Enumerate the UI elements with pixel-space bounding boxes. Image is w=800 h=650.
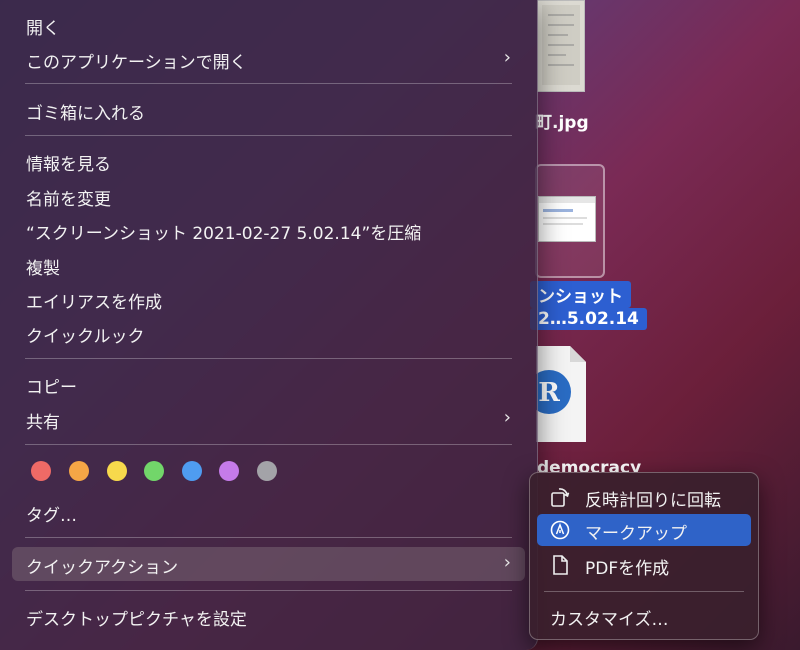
jpg-file-thumbnail[interactable]: [537, 0, 585, 92]
r-document-icon: R: [527, 346, 586, 442]
menu-item-rename-label: 名前を変更: [26, 190, 111, 210]
submenu-item-create-pdf[interactable]: PDFを作成: [537, 549, 751, 581]
submenu-separator: [544, 591, 744, 592]
submenu-item-customize[interactable]: カスタマイズ…: [537, 600, 751, 632]
screenshot-file-label-line2[interactable]: 2…5.02.14: [530, 308, 647, 330]
jpg-file-label[interactable]: 町.jpg: [535, 108, 589, 133]
menu-item-open-with-label: このアプリケーションで開く: [26, 53, 247, 73]
r-file-label[interactable]: democracy: [537, 458, 641, 472]
menu-item-compress[interactable]: “スクリーンショット 2021-02-27 5.02.14”を圧縮: [12, 215, 525, 245]
tag-orange-dot[interactable]: [69, 461, 89, 481]
submenu-item-rotate-left[interactable]: 反時計回りに回転: [537, 481, 751, 513]
tag-gray-dot[interactable]: [257, 461, 277, 481]
screenshot-thumbnail[interactable]: [538, 196, 596, 242]
menu-separator: [25, 444, 512, 445]
menu-separator: [25, 537, 512, 538]
r-document-file[interactable]: R: [527, 346, 586, 442]
document-scan-icon: [542, 5, 580, 85]
chevron-right-icon: ›: [503, 407, 511, 428]
menu-item-quick-look-label: クイックルック: [26, 327, 145, 347]
menu-item-set-desktop-picture-label: デスクトップピクチャを設定: [26, 610, 247, 630]
submenu-item-create-pdf-label: PDFを作成: [585, 559, 670, 579]
tag-red-dot[interactable]: [31, 461, 51, 481]
menu-item-share-label: 共有: [26, 413, 60, 433]
menu-item-copy[interactable]: コピー: [12, 369, 525, 399]
submenu-item-markup[interactable]: マークアップ: [537, 514, 751, 546]
menu-item-copy-label: コピー: [26, 378, 77, 398]
menu-item-duplicate-label: 複製: [26, 259, 60, 279]
menu-item-quick-look[interactable]: クイックルック: [12, 318, 525, 348]
chevron-right-icon: ›: [503, 47, 511, 68]
menu-item-quick-actions[interactable]: クイックアクション ›: [12, 547, 525, 581]
menu-item-compress-label: “スクリーンショット 2021-02-27 5.02.14”を圧縮: [26, 224, 422, 244]
menu-separator: [25, 135, 512, 136]
screenshot-preview-icon: [539, 197, 595, 225]
menu-item-tags[interactable]: タグ…: [12, 497, 525, 527]
menu-item-quick-actions-label: クイックアクション: [26, 558, 179, 578]
tag-blue-dot[interactable]: [182, 461, 202, 481]
markup-pen-icon: [549, 519, 571, 541]
menu-item-share[interactable]: 共有 ›: [12, 404, 525, 434]
screenshot-file-label-line1[interactable]: ンショット: [530, 281, 631, 308]
menu-separator: [25, 358, 512, 359]
menu-item-rename[interactable]: 名前を変更: [12, 181, 525, 211]
menu-item-make-alias-label: エイリアスを作成: [26, 293, 162, 313]
submenu-item-markup-label: マークアップ: [585, 524, 687, 544]
menu-item-make-alias[interactable]: エイリアスを作成: [12, 284, 525, 314]
tag-yellow-dot[interactable]: [107, 461, 127, 481]
menu-item-open-label: 開く: [26, 19, 60, 39]
menu-item-duplicate[interactable]: 複製: [12, 250, 525, 280]
menu-item-set-desktop-picture[interactable]: デスクトップピクチャを設定: [12, 601, 525, 631]
menu-item-open[interactable]: 開く: [12, 10, 525, 40]
tag-purple-dot[interactable]: [219, 461, 239, 481]
r-letter: R: [538, 378, 560, 408]
chevron-right-icon: ›: [503, 552, 511, 573]
quick-actions-submenu: 反時計回りに回転 マークアップ PDFを作成 カスタマイズ…: [529, 472, 759, 640]
submenu-item-rotate-left-label: 反時計回りに回転: [585, 491, 721, 511]
menu-item-tags-label: タグ…: [26, 506, 77, 526]
menu-item-move-to-trash[interactable]: ゴミ箱に入れる: [12, 95, 525, 125]
document-icon: [549, 554, 571, 576]
menu-item-open-with[interactable]: このアプリケーションで開く ›: [12, 44, 525, 74]
menu-separator: [25, 83, 512, 84]
rotate-left-icon: [549, 486, 571, 508]
tag-green-dot[interactable]: [144, 461, 164, 481]
submenu-item-customize-label: カスタマイズ…: [550, 610, 669, 630]
menu-item-get-info[interactable]: 情報を見る: [12, 146, 525, 176]
menu-separator: [25, 590, 512, 591]
menu-item-get-info-label: 情報を見る: [26, 155, 111, 175]
menu-item-move-to-trash-label: ゴミ箱に入れる: [26, 104, 145, 124]
context-menu: 開く このアプリケーションで開く › ゴミ箱に入れる 情報を見る 名前を変更 “…: [0, 0, 538, 650]
